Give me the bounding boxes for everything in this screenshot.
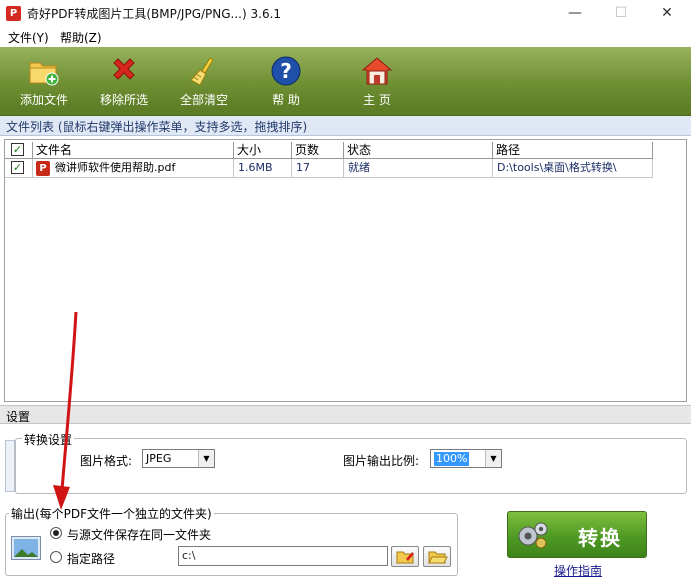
row-pages: 17	[292, 159, 344, 178]
settings-title: 设置	[6, 410, 31, 424]
row-check-cell[interactable]: ✓	[5, 159, 33, 178]
row-path: D:\tools\桌面\格式转换\	[493, 159, 653, 178]
column-filename[interactable]: 文件名	[33, 142, 234, 159]
add-folder-icon	[29, 62, 59, 86]
pdf-file-icon: P	[36, 161, 50, 176]
add-file-button[interactable]: 添加文件	[4, 53, 84, 113]
menu-help[interactable]: 帮助(Z)	[60, 29, 102, 46]
file-list-title: 文件列表 (鼠标右键弹出操作菜单，支持多选，拖拽排序)	[6, 120, 308, 134]
same-folder-radio[interactable]	[50, 527, 62, 539]
table-row[interactable]: ✓ P 微讲师软件使用帮助.pdf 1.6MB 17 就绪 D:\tools\桌…	[5, 159, 653, 178]
row-checkbox[interactable]: ✓	[11, 161, 24, 174]
convert-label: 转换	[578, 526, 622, 550]
collapse-handle[interactable]	[5, 440, 15, 492]
clear-all-button[interactable]: 全部清空	[164, 53, 244, 113]
column-path[interactable]: 路径	[493, 142, 653, 159]
format-select[interactable]: JPEG ▼	[142, 449, 215, 468]
scale-select[interactable]: 100% ▼	[430, 449, 502, 468]
row-filename: 微讲师软件使用帮助.pdf	[55, 161, 176, 174]
clear-all-label: 全部清空	[179, 93, 228, 107]
help-label: 帮 助	[272, 93, 300, 107]
custom-path-radio[interactable]	[50, 551, 62, 563]
row-filename-cell: P 微讲师软件使用帮助.pdf	[33, 159, 234, 178]
image-output-icon	[11, 536, 41, 560]
same-folder-label[interactable]: 与源文件保存在同一文件夹	[67, 526, 211, 543]
folder-edit-icon	[396, 551, 414, 564]
select-all-checkbox[interactable]: ✓	[11, 143, 24, 156]
home-icon	[361, 57, 393, 85]
home-button[interactable]: 主 页	[337, 53, 417, 113]
settings-header: 设置	[0, 405, 691, 424]
select-all-header[interactable]: ✓	[5, 142, 33, 159]
file-table-header: ✓ 文件名 大小 页数 状态 路径	[5, 142, 653, 159]
remove-selected-label: 移除所选	[99, 93, 148, 107]
help-icon: ?	[271, 56, 301, 86]
close-button[interactable]: ✕	[644, 0, 690, 27]
scale-value: 100%	[434, 452, 470, 466]
menu-file[interactable]: 文件(Y)	[8, 29, 49, 46]
remove-x-icon	[113, 58, 135, 80]
maximize-button[interactable]: ☐	[598, 0, 644, 27]
format-value: JPEG	[146, 452, 172, 465]
operation-guide-link[interactable]: 操作指南	[554, 562, 602, 579]
open-folder-icon	[428, 551, 448, 564]
scale-label: 图片输出比例:	[343, 454, 420, 468]
toolbar: 添加文件 移除所选 全部清空 ? 帮 助 主 页	[0, 47, 691, 116]
column-size[interactable]: 大小	[234, 142, 292, 159]
row-size: 1.6MB	[234, 159, 292, 178]
help-button[interactable]: ? 帮 助	[246, 53, 326, 113]
home-label: 主 页	[363, 93, 391, 107]
app-icon: P	[6, 6, 21, 21]
title-bar: P 奇好PDF转成图片工具(BMP/JPG/PNG...) 3.6.1 — ☐ …	[0, 0, 691, 27]
convert-button[interactable]: 转换	[507, 511, 647, 558]
row-status: 就绪	[344, 159, 493, 178]
window-title: 奇好PDF转成图片工具(BMP/JPG/PNG...) 3.6.1	[27, 7, 282, 21]
file-list-header: 文件列表 (鼠标右键弹出操作菜单，支持多选，拖拽排序)	[0, 116, 691, 136]
output-legend: 输出(每个PDF文件一个独立的文件夹)	[9, 505, 214, 522]
column-status[interactable]: 状态	[344, 142, 493, 159]
chevron-down-icon: ▼	[485, 450, 501, 467]
broom-icon	[190, 57, 214, 86]
add-file-label: 添加文件	[19, 93, 68, 107]
chevron-down-icon: ▼	[198, 450, 214, 467]
menu-bar: 文件(Y) 帮助(Z)	[0, 27, 691, 47]
remove-selected-button[interactable]: 移除所选	[84, 53, 164, 113]
file-list-panel[interactable]: ✓ 文件名 大小 页数 状态 路径 ✓ P 微讲师软件使用帮助.pdf 1.6M…	[4, 139, 687, 402]
edit-path-button[interactable]	[391, 546, 419, 567]
format-label: 图片格式:	[80, 454, 133, 468]
browse-folder-button[interactable]	[423, 546, 451, 567]
column-pages[interactable]: 页数	[292, 142, 344, 159]
gears-icon	[518, 522, 548, 549]
svg-text:?: ?	[280, 59, 292, 83]
output-path-input[interactable]: c:\	[178, 546, 388, 566]
convert-settings-legend: 转换设置	[22, 431, 75, 448]
minimize-button[interactable]: —	[552, 0, 598, 27]
custom-path-label[interactable]: 指定路径	[67, 550, 115, 567]
